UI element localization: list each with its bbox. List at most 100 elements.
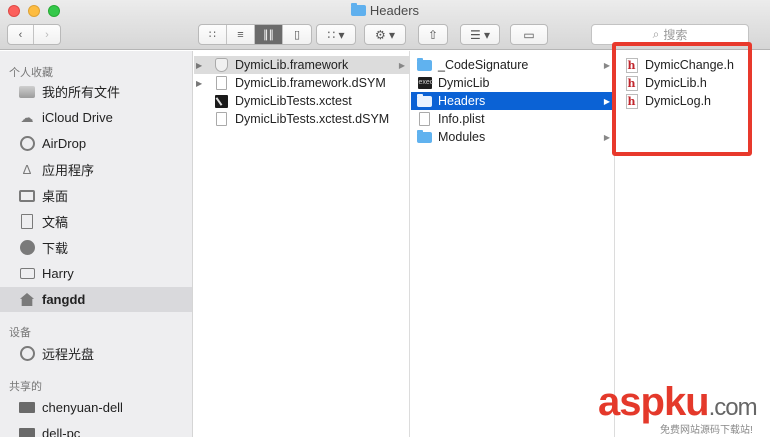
sidebar-item-remote-disc[interactable]: 远程光盘 xyxy=(0,341,192,366)
sidebar-item-documents[interactable]: 文稿 xyxy=(0,209,192,234)
sidebar-item-desktop[interactable]: 桌面 xyxy=(0,183,192,208)
chevron-right-icon: ▶ xyxy=(398,60,405,70)
home-icon xyxy=(18,292,36,308)
action-button[interactable]: ⚙ ▾ xyxy=(364,24,406,45)
folder-icon xyxy=(350,3,366,16)
cover-flow-view-button[interactable]: ▯ xyxy=(283,25,311,44)
pc-icon xyxy=(18,426,36,437)
arrange-icon: ∷ ▾ xyxy=(327,27,345,42)
cloud-icon: ☁ xyxy=(20,109,34,125)
view-mode-control: ∷ ≡ ∥∥ ▯ xyxy=(198,24,312,45)
sidebar-item-chenyuan-dell[interactable]: chenyuan-dell xyxy=(0,395,192,420)
file-row[interactable]: DymicLibTests.xctest xyxy=(194,92,409,110)
file-row[interactable]: _CodeSignature ▶ xyxy=(411,56,614,74)
chevron-right-icon: ▶ xyxy=(603,96,610,106)
pc-icon xyxy=(18,400,36,416)
folder-icon xyxy=(417,129,432,144)
column-2: _CodeSignature ▶ exec DymicLib Headers ▶… xyxy=(411,51,615,437)
chevron-right-icon: ▶ xyxy=(603,132,610,142)
sidebar-item-downloads[interactable]: 下载 xyxy=(0,235,192,260)
watermark-logo: aspku.com xyxy=(598,380,758,424)
grid-icon: ∷ xyxy=(209,29,216,41)
sidebar-item-label: 文稿 xyxy=(42,215,69,230)
back-forward-control: ‹ › xyxy=(7,24,61,45)
annotation-highlight-box xyxy=(612,42,752,156)
sidebar-item-label: fangdd xyxy=(42,292,86,307)
chevron-right-icon: › xyxy=(45,28,49,41)
chevron-right-icon: ▶ xyxy=(603,60,610,70)
file-row[interactable]: ▶ DymicLib.framework.dSYM xyxy=(194,74,409,92)
icon-view-button[interactable]: ∷ xyxy=(199,25,227,44)
back-button[interactable]: ‹ xyxy=(8,25,34,44)
sidebar-item-label: 我的所有文件 xyxy=(42,85,121,100)
share-icon: ⇧ xyxy=(427,27,439,42)
sidebar-item-icloud-drive[interactable]: ☁ iCloud Drive xyxy=(0,105,192,130)
sidebar-item-dell-pc[interactable]: dell-pc xyxy=(0,421,192,437)
sidebar-item-harry[interactable]: Harry xyxy=(0,261,192,286)
disclosure-triangle-icon[interactable]: ▶ xyxy=(196,79,202,88)
framework-icon xyxy=(214,58,229,72)
file-name: DymicLib.framework xyxy=(235,58,349,72)
forward-button[interactable]: › xyxy=(34,25,60,44)
xctest-icon xyxy=(214,94,229,108)
applications-icon: ∆ xyxy=(23,162,31,177)
arrange-button[interactable]: ∷ ▾ xyxy=(316,24,356,45)
sidebar: 个人收藏 我的所有文件 ☁ iCloud Drive AirDrop ∆ 应用程… xyxy=(0,51,193,437)
window-title: Headers xyxy=(0,3,770,18)
sidebar-item-applications[interactable]: ∆ 应用程序 xyxy=(0,157,192,182)
folder-icon xyxy=(18,266,36,282)
file-name: DymicLibTests.xctest xyxy=(235,94,352,108)
columns-icon: ∥∥ xyxy=(263,29,274,41)
tag-icon: ▭ xyxy=(523,27,535,42)
column-view-button[interactable]: ∥∥ xyxy=(255,25,283,44)
airdrop-icon xyxy=(18,136,36,152)
sidebar-item-fangdd[interactable]: fangdd xyxy=(0,287,192,312)
sidebar-header-shared: 共享的 xyxy=(9,381,42,393)
sidebar-header-favorites: 个人收藏 xyxy=(9,67,53,79)
folder-icon xyxy=(417,93,432,108)
gear-icon: ⚙ ▾ xyxy=(374,27,396,42)
share-button[interactable]: ⇧ xyxy=(418,24,448,45)
file-row[interactable]: Info.plist xyxy=(411,110,614,128)
sidebar-item-label: 下载 xyxy=(42,241,69,256)
sidebar-item-all-files[interactable]: 我的所有文件 xyxy=(0,79,192,104)
chevron-left-icon: ‹ xyxy=(18,28,23,41)
document-icon xyxy=(214,112,229,126)
file-name: Headers xyxy=(438,94,486,108)
desktop-icon xyxy=(18,188,36,204)
sort-lines-icon: ☰ ▾ xyxy=(469,27,491,42)
file-row[interactable]: DymicLibTests.xctest.dSYM xyxy=(194,110,409,128)
file-row[interactable]: ▶ DymicLib.framework ▶ xyxy=(194,56,409,74)
file-row[interactable]: Headers ▶ xyxy=(411,92,614,110)
sidebar-item-label: Harry xyxy=(42,266,74,281)
sidebar-item-label: dell-pc xyxy=(42,426,81,437)
sidebar-item-label: AirDrop xyxy=(42,136,87,151)
watermark-subtitle: 免费网站源码下载站! xyxy=(660,421,753,436)
document-icon xyxy=(417,112,432,126)
sort-button[interactable]: ☰ ▾ xyxy=(460,24,500,45)
sidebar-header-devices: 设备 xyxy=(9,327,31,339)
remote-disc-icon xyxy=(18,346,36,362)
sidebar-item-label: chenyuan-dell xyxy=(42,400,123,415)
sidebar-item-label: iCloud Drive xyxy=(42,110,113,125)
file-name: DymicLib xyxy=(438,76,490,90)
sidebar-item-airdrop[interactable]: AirDrop xyxy=(0,131,192,156)
document-icon xyxy=(214,76,229,90)
file-row[interactable]: exec DymicLib xyxy=(411,74,614,92)
list-icon: ≡ xyxy=(237,28,244,41)
sidebar-item-label: 桌面 xyxy=(42,189,69,204)
search-icon: ⌕ xyxy=(652,27,660,41)
list-view-button[interactable]: ≡ xyxy=(227,25,255,44)
sidebar-item-label: 应用程序 xyxy=(42,163,95,178)
file-name: DymicLib.framework.dSYM xyxy=(235,76,386,90)
file-name: DymicLibTests.xctest.dSYM xyxy=(235,112,390,126)
file-name: Modules xyxy=(438,130,486,144)
sidebar-item-label: 远程光盘 xyxy=(42,347,95,362)
tag-button[interactable]: ▭ xyxy=(510,24,548,45)
file-name: Info.plist xyxy=(438,112,485,126)
file-name: _CodeSignature xyxy=(438,58,529,72)
file-row[interactable]: Modules ▶ xyxy=(411,128,614,146)
disclosure-triangle-icon[interactable]: ▶ xyxy=(196,61,202,70)
executable-icon: exec xyxy=(417,76,433,90)
all-files-icon xyxy=(18,84,36,100)
